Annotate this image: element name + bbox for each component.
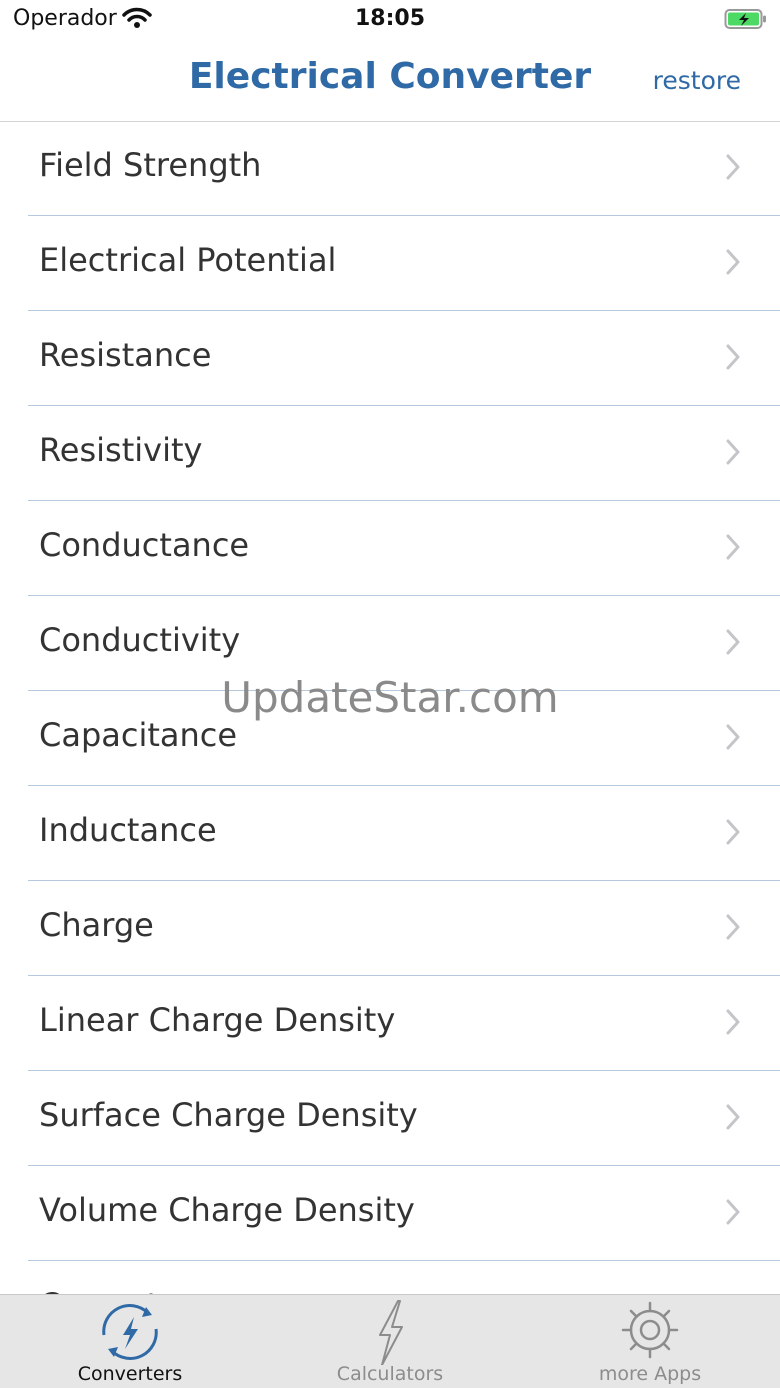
converter-list: Field Strength Electrical Potential Resi… [0,121,780,1294]
list-item-label: Current [39,1286,159,1294]
list-item[interactable]: Resistivity [28,406,780,501]
status-bar: Operador 18:05 [0,0,780,40]
battery-icon [724,9,766,29]
list-item[interactable]: Charge [28,881,780,976]
chevron-right-icon [726,819,740,845]
chevron-right-icon [726,439,740,465]
tab-more-apps[interactable]: more Apps [520,1295,780,1388]
chevron-right-icon [726,154,740,180]
chevron-right-icon [726,534,740,560]
chevron-right-icon [726,1199,740,1225]
tab-label: Calculators [336,1363,444,1385]
list-item-label: Electrical Potential [39,241,337,279]
chevron-right-icon [726,1009,740,1035]
status-time: 18:05 [354,6,426,31]
list-item-label: Charge [39,906,154,944]
restore-button[interactable]: restore [653,66,741,95]
chevron-right-icon [726,249,740,275]
chevron-right-icon [726,629,740,655]
list-item[interactable]: Volume Charge Density [28,1166,780,1261]
tab-calculators[interactable]: Calculators [260,1295,520,1388]
converters-icon [102,1304,158,1360]
chevron-right-icon [726,724,740,750]
list-item-label: Surface Charge Density [39,1096,418,1134]
navigation-bar: Electrical Converter restore [0,40,780,122]
list-item[interactable]: Capacitance [28,691,780,786]
list-item[interactable]: Inductance [28,786,780,881]
tab-label: more Apps [598,1363,702,1385]
list-item[interactable]: Electrical Potential [28,216,780,311]
gear-icon [621,1301,679,1359]
list-item-label: Capacitance [39,716,238,754]
chevron-right-icon [726,914,740,940]
list-item[interactable]: Linear Charge Density [28,976,780,1071]
tab-label: Converters [77,1363,183,1385]
list-item-label: Linear Charge Density [39,1001,396,1039]
list-item-label: Volume Charge Density [39,1191,415,1229]
list-item-label: Resistance [39,336,212,374]
list-item-label: Resistivity [39,431,203,469]
tab-converters[interactable]: Converters [0,1295,260,1388]
list-item[interactable]: Field Strength [28,121,780,216]
list-item[interactable]: Resistance [28,311,780,406]
list-item-label: Conductivity [39,621,241,659]
chevron-right-icon [726,344,740,370]
list-item-label: Inductance [39,811,217,849]
list-item[interactable]: Surface Charge Density [28,1071,780,1166]
tab-bar: Converters Calculators more Apps [0,1294,780,1388]
chevron-right-icon [726,1104,740,1130]
list-item[interactable]: Current [28,1261,780,1294]
list-item-label: Conductance [39,526,250,564]
list-item[interactable]: Conductance [28,501,780,596]
lightning-icon [379,1300,403,1365]
list-item[interactable]: Conductivity [28,596,780,691]
list-item-label: Field Strength [39,146,262,184]
